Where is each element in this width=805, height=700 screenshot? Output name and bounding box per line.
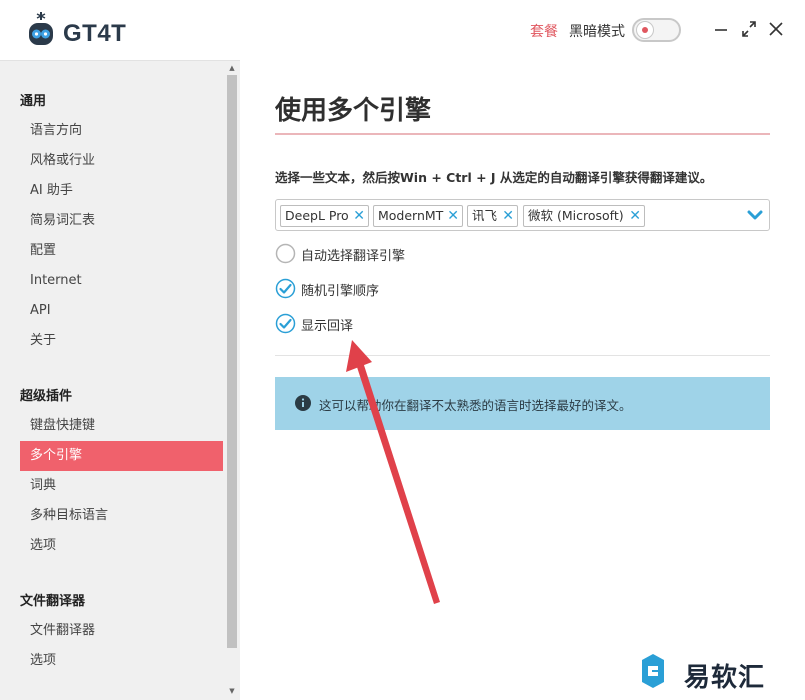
section-title-file-translator: 文件翻译器 xyxy=(20,594,86,609)
dark-mode-toggle[interactable] xyxy=(632,18,681,42)
info-text: 这可以帮助你在翻译不太熟悉的语言时选择最好的译文。 xyxy=(319,398,632,413)
watermark-text: 易软汇 xyxy=(684,663,766,693)
engine-multiselect[interactable]: DeepL Pro ✕ ModernMT ✕ 讯飞 ✕ 微软 (Microsof… xyxy=(275,199,770,231)
toggle-knob xyxy=(636,21,654,39)
nav-item-api[interactable]: API xyxy=(20,296,223,326)
nav-item-file-options[interactable]: 选项 xyxy=(20,646,223,676)
dark-mode-label: 黑暗模式 xyxy=(569,24,625,40)
title-underline xyxy=(275,133,770,135)
section-divider xyxy=(275,355,770,356)
nav-item-multiple-targets[interactable]: 多种目标语言 xyxy=(20,501,223,531)
plan-link[interactable]: 套餐 xyxy=(530,21,558,41)
app-title: GT4T xyxy=(63,20,127,47)
unchecked-circle-icon[interactable] xyxy=(275,243,296,264)
engine-tag-label: DeepL Pro xyxy=(285,208,349,223)
checked-circle-icon[interactable] xyxy=(275,278,296,299)
engine-tag: 讯飞 ✕ xyxy=(467,205,518,227)
scroll-up-arrow-icon[interactable]: ▲ xyxy=(227,64,237,72)
engine-tag: 微软 (Microsoft) ✕ xyxy=(523,205,645,227)
maximize-icon[interactable] xyxy=(739,17,759,41)
checked-circle-icon[interactable] xyxy=(275,313,296,334)
option-label: 随机引擎顺序 xyxy=(301,284,380,299)
sidebar-scroll-thumb[interactable] xyxy=(227,75,237,648)
nav-item-language-direction[interactable]: 语言方向 xyxy=(20,116,223,146)
nav-item-config[interactable]: 配置 xyxy=(20,236,223,266)
nav-item-dictionary[interactable]: 词典 xyxy=(20,471,223,501)
instructions-text: 选择一些文本，然后按Win + Ctrl + J 从选定的自动翻译引擎获得翻译建… xyxy=(275,170,713,185)
page-title: 使用多个引擎 xyxy=(275,96,432,126)
remove-tag-icon[interactable]: ✕ xyxy=(353,206,365,226)
info-box: 这可以帮助你在翻译不太熟悉的语言时选择最好的译文。 xyxy=(275,377,770,430)
section-title-general: 通用 xyxy=(20,94,47,109)
engine-tag: DeepL Pro ✕ xyxy=(280,205,369,227)
robot-logo-icon xyxy=(29,12,53,45)
remove-tag-icon[interactable]: ✕ xyxy=(502,206,514,226)
info-icon xyxy=(295,395,311,411)
engine-tag-label: ModernMT xyxy=(378,208,444,223)
nav-item-style-industry[interactable]: 风格或行业 xyxy=(20,146,223,176)
nav-item-ai-assistant[interactable]: AI 助手 xyxy=(20,176,223,206)
option-label: 自动选择翻译引擎 xyxy=(301,249,406,264)
nav-item-internet[interactable]: Internet xyxy=(20,266,223,296)
nav-item-about[interactable]: 关于 xyxy=(20,326,223,356)
engine-tag-label: 讯飞 xyxy=(472,208,498,223)
nav-item-glossary[interactable]: 简易词汇表 xyxy=(20,206,223,236)
nav-item-keyboard-shortcuts[interactable]: 键盘快捷键 xyxy=(20,411,223,441)
sidebar: 通用 语言方向 风格或行业 AI 助手 简易词汇表 配置 Internet AP… xyxy=(0,60,240,700)
close-icon[interactable] xyxy=(766,17,786,41)
engine-tag: ModernMT ✕ xyxy=(373,205,463,227)
engine-tag-label: 微软 (Microsoft) xyxy=(528,208,624,223)
option-label: 显示回译 xyxy=(301,319,354,334)
remove-tag-icon[interactable]: ✕ xyxy=(629,206,641,226)
remove-tag-icon[interactable]: ✕ xyxy=(447,206,459,226)
minimize-icon[interactable] xyxy=(711,17,731,41)
title-bar: GT4T 套餐 黑暗模式 xyxy=(0,0,805,60)
main-panel: 使用多个引擎 选择一些文本，然后按Win + Ctrl + J 从选定的自动翻译… xyxy=(240,60,805,700)
nav-item-plugin-options[interactable]: 选项 xyxy=(20,531,223,561)
watermark-logo-icon xyxy=(642,654,664,688)
nav-item-multiple-engines[interactable]: 多个引擎 xyxy=(20,441,223,471)
chevron-down-icon[interactable] xyxy=(746,206,764,224)
section-title-super-plugins: 超级插件 xyxy=(20,389,73,404)
scroll-down-arrow-icon[interactable]: ▼ xyxy=(227,687,237,695)
nav-item-file-translator[interactable]: 文件翻译器 xyxy=(20,616,223,646)
